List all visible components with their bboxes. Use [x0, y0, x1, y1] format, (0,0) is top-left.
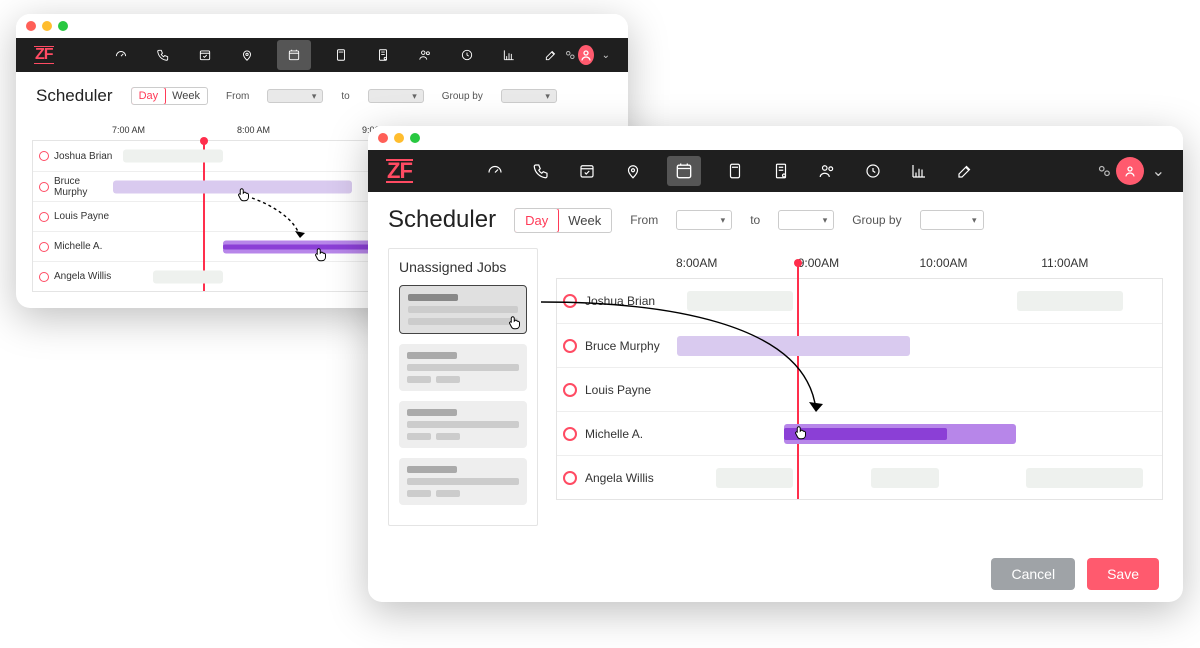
- table-row: Joshua Brian: [557, 279, 1162, 323]
- clock-icon[interactable]: [455, 43, 479, 67]
- calculator-icon[interactable]: [723, 159, 747, 183]
- footer: Cancel Save: [368, 546, 1183, 602]
- job-bar[interactable]: [123, 150, 223, 163]
- calculator-icon[interactable]: [329, 43, 353, 67]
- table-row: Angela Willis: [557, 455, 1162, 499]
- view-week[interactable]: Week: [558, 209, 611, 232]
- unassigned-card[interactable]: [399, 344, 527, 391]
- to-label: to: [341, 91, 349, 102]
- gear-icon[interactable]: [1092, 159, 1116, 183]
- col-11am: 11:00AM: [1041, 256, 1163, 270]
- calendar-check-icon[interactable]: [575, 159, 599, 183]
- close-dot[interactable]: [378, 133, 388, 143]
- users-icon[interactable]: [815, 159, 839, 183]
- gauge-icon[interactable]: [483, 159, 507, 183]
- unassigned-card[interactable]: [399, 401, 527, 448]
- from-label: From: [226, 91, 249, 102]
- groupby-select[interactable]: [920, 210, 984, 230]
- top-toolbar: ZF ⌄: [368, 150, 1183, 192]
- invoice-icon[interactable]: [371, 43, 395, 67]
- job-bar[interactable]: [153, 270, 223, 283]
- cancel-button[interactable]: Cancel: [991, 558, 1075, 590]
- unassigned-panel: Unassigned Jobs: [388, 248, 538, 526]
- location-icon[interactable]: [621, 159, 645, 183]
- unassigned-card[interactable]: [399, 285, 527, 334]
- view-day[interactable]: Day: [514, 208, 559, 233]
- save-button[interactable]: Save: [1087, 558, 1159, 590]
- close-dot[interactable]: [26, 21, 36, 31]
- job-bar[interactable]: [784, 424, 1017, 444]
- job-bar[interactable]: [687, 291, 794, 311]
- view-toggle[interactable]: Day Week: [131, 87, 208, 105]
- location-icon[interactable]: [235, 43, 259, 67]
- groupby-select[interactable]: [501, 89, 557, 103]
- avatar[interactable]: [578, 45, 594, 65]
- edit-icon[interactable]: [953, 159, 977, 183]
- app-logo: ZF: [34, 46, 54, 63]
- unassigned-title: Unassigned Jobs: [399, 259, 527, 275]
- clock-icon[interactable]: [861, 159, 885, 183]
- phone-icon[interactable]: [151, 43, 175, 67]
- view-toggle[interactable]: Day Week: [514, 208, 612, 233]
- col-9am: 9:00AM: [798, 256, 920, 270]
- calendar-icon[interactable]: [277, 40, 311, 70]
- chevron-down-icon[interactable]: ⌄: [1152, 161, 1165, 181]
- job-bar[interactable]: [1026, 468, 1142, 488]
- view-week[interactable]: Week: [165, 88, 207, 104]
- avatar[interactable]: [1116, 157, 1144, 185]
- view-day[interactable]: Day: [131, 87, 167, 105]
- chevron-down-icon[interactable]: ⌄: [602, 50, 610, 61]
- window-controls: [16, 14, 628, 38]
- invoice-icon[interactable]: [769, 159, 793, 183]
- job-bar[interactable]: [716, 468, 794, 488]
- max-dot[interactable]: [410, 133, 420, 143]
- chart-icon[interactable]: [907, 159, 931, 183]
- col-8am: 8:00 AM: [237, 125, 362, 135]
- to-select[interactable]: [368, 89, 424, 103]
- min-dot[interactable]: [394, 133, 404, 143]
- table-row: Michelle A.: [557, 411, 1162, 455]
- top-toolbar: ZF ⌄: [16, 38, 628, 72]
- users-icon[interactable]: [413, 43, 437, 67]
- min-dot[interactable]: [42, 21, 52, 31]
- schedule: 8:00AM 9:00AM 10:00AM 11:00AM Joshua Bri…: [556, 248, 1163, 526]
- edit-icon[interactable]: [539, 43, 563, 67]
- unassigned-card[interactable]: [399, 458, 527, 505]
- page-subheader: Scheduler Day Week From to Group by: [368, 192, 1183, 248]
- calendar-check-icon[interactable]: [193, 43, 217, 67]
- gauge-icon[interactable]: [109, 43, 133, 67]
- calendar-icon[interactable]: [667, 156, 701, 186]
- gear-icon[interactable]: [563, 43, 578, 67]
- groupby-label: Group by: [852, 213, 901, 227]
- job-bar[interactable]: [677, 336, 910, 356]
- groupby-label: Group by: [442, 91, 483, 102]
- col-8am: 8:00AM: [676, 256, 798, 270]
- to-label: to: [750, 213, 760, 227]
- from-select[interactable]: [267, 89, 323, 103]
- table-row: Louis Payne: [557, 367, 1162, 411]
- col-7am: 7:00 AM: [112, 125, 237, 135]
- col-10am: 10:00AM: [920, 256, 1042, 270]
- to-select[interactable]: [778, 210, 834, 230]
- page-title: Scheduler: [388, 206, 496, 234]
- table-row: Bruce Murphy: [557, 323, 1162, 367]
- job-bar[interactable]: [1017, 291, 1124, 311]
- from-label: From: [630, 213, 658, 227]
- chart-icon[interactable]: [497, 43, 521, 67]
- window-controls: [368, 126, 1183, 150]
- job-bar[interactable]: [871, 468, 939, 488]
- from-select[interactable]: [676, 210, 732, 230]
- phone-icon[interactable]: [529, 159, 553, 183]
- page-title: Scheduler: [36, 86, 113, 106]
- page-subheader: Scheduler Day Week From to Group by: [16, 72, 628, 120]
- job-bar[interactable]: [113, 180, 352, 193]
- app-logo: ZF: [386, 159, 413, 184]
- max-dot[interactable]: [58, 21, 68, 31]
